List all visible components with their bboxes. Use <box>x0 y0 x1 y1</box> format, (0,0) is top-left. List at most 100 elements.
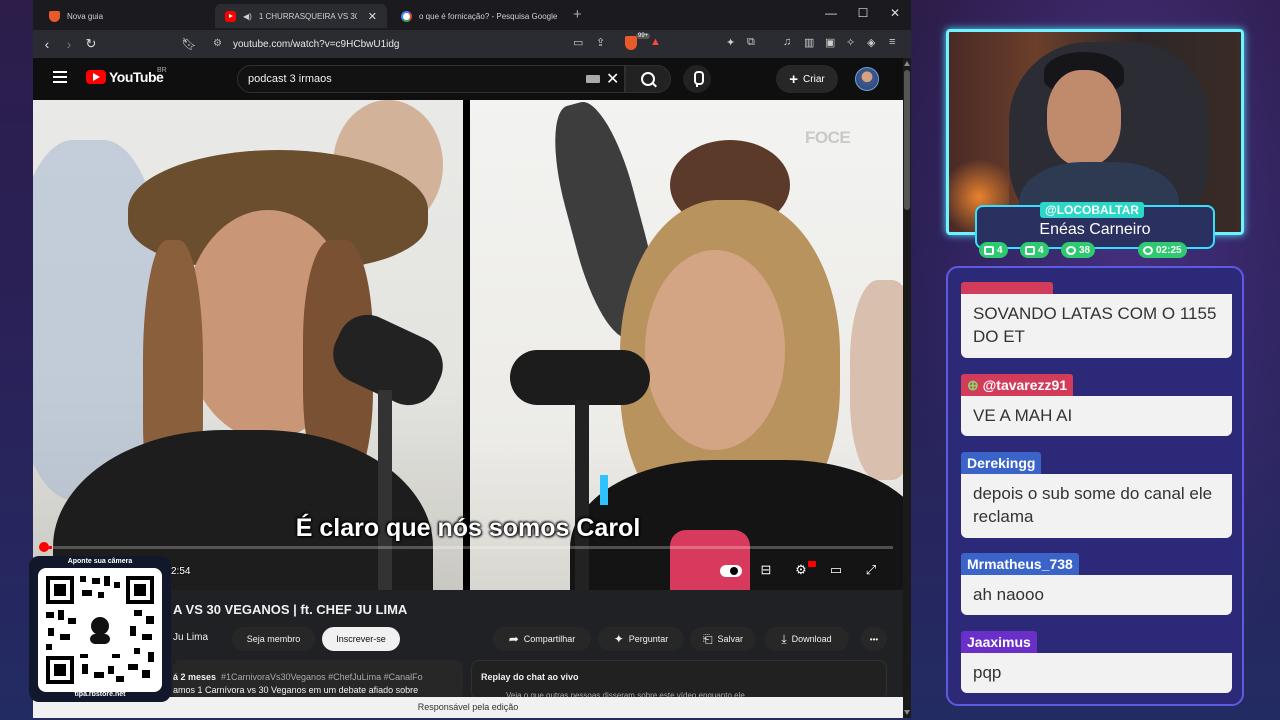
fullscreen-icon[interactable]: ⤢ <box>862 562 880 578</box>
streamer-name: Enéas Carneiro <box>1039 221 1151 238</box>
hamburger-menu-icon[interactable] <box>53 71 67 83</box>
subtitles-icon[interactable]: ⊟ <box>757 562 775 578</box>
video-subtitle: É claro que nós somos Carol <box>295 514 641 542</box>
chat-replay-title: Replay do chat ao vivo <box>481 672 579 682</box>
youtube-logo-text[interactable]: YouTube <box>109 69 164 85</box>
video-player[interactable]: FOCE É claro que nós somos Carol 2:54 ⊟ … <box>33 100 903 590</box>
plus-icon: + <box>789 70 799 88</box>
microphone-icon[interactable] <box>683 65 711 93</box>
rewards-icon[interactable]: ▲ <box>650 36 661 48</box>
youtube-header: YouTube BR podcast 3 irmaos ✕ + Criar <box>33 58 903 100</box>
hashtags[interactable]: #1CarnivoraVs30Veganos #ChefJuLima #Cana… <box>221 672 423 682</box>
close-tab-icon[interactable]: ✕ <box>368 10 377 23</box>
page-scrollbar[interactable] <box>903 58 911 718</box>
scroll-up-icon[interactable] <box>904 61 910 66</box>
tab-bar: Nova guia ◀) 1 CHURRASQUEIRA VS 30 VEGAN… <box>33 0 911 30</box>
account-avatar[interactable] <box>855 67 879 91</box>
address-bar[interactable]: ⚙ youtube.com/watch?v=c9HCbwU1idg <box>203 34 748 54</box>
more-icon: ••• <box>869 634 879 644</box>
chat-replay-panel[interactable]: Replay do chat ao vivo Veja o que outras… <box>471 660 887 700</box>
shield-count-badge: 99+ <box>636 33 651 39</box>
forward-icon[interactable]: › <box>60 35 78 53</box>
description-box[interactable]: á 2 meses #1CarnivoraVs30Veganos #ChefJu… <box>173 660 463 700</box>
back-icon[interactable]: ‹ <box>38 35 56 53</box>
reload-icon[interactable]: ↻ <box>82 35 100 53</box>
youtube-logo-icon[interactable] <box>86 70 106 84</box>
stat-chat: 4 <box>979 242 1008 258</box>
tab-youtube-video[interactable]: ◀) 1 CHURRASQUEIRA VS 30 VEGANOS ✕ <box>215 4 387 28</box>
search-icon[interactable] <box>625 65 671 93</box>
tab-google-search[interactable]: o que é fornicação? - Pesquisa Google <box>391 4 567 28</box>
search-value: podcast 3 irmaos <box>248 73 332 85</box>
chat-message: depois o sub some do canal ele reclama <box>961 474 1232 538</box>
stat-viewers: 38 <box>1061 242 1096 258</box>
chat-username: Derekingg <box>961 452 1042 474</box>
progress-scrubber[interactable] <box>39 542 49 552</box>
video-title: A VS 30 VEGANOS | ft. CHEF JU LIMA <box>173 602 408 617</box>
chat-message: pqp <box>961 653 1232 693</box>
clear-search-icon[interactable]: ✕ <box>606 69 619 89</box>
user-badge-icon: ⊕ <box>967 377 983 393</box>
stat-viewers-value: 38 <box>1079 244 1091 256</box>
minimize-icon[interactable]: — <box>821 6 841 20</box>
video-time: 2:54 <box>171 566 191 577</box>
keyboard-icon[interactable] <box>586 75 600 83</box>
vpn-icon[interactable]: ◈ <box>867 36 875 49</box>
sidebar-icon[interactable]: ▥ <box>804 36 814 49</box>
youtube-icon <box>225 10 236 22</box>
download-label: Download <box>791 634 832 644</box>
chat-username <box>961 282 1053 294</box>
chat-username: Jaaximus <box>961 631 1037 653</box>
new-tab-icon[interactable]: + <box>573 6 582 23</box>
chat-message: SOVANDO LATAS COM O 1155 DO ET <box>961 294 1232 358</box>
share-button[interactable]: ➦ Compartilhar <box>493 627 591 651</box>
autoplay-toggle-icon[interactable] <box>720 565 742 577</box>
leo-ai-icon[interactable]: ✧ <box>846 36 855 49</box>
more-actions-button[interactable]: ••• <box>861 627 887 651</box>
clock-icon <box>1143 245 1153 255</box>
scrollbar-thumb[interactable] <box>904 70 910 210</box>
chat-username-text: @tavarezz91 <box>982 377 1068 393</box>
bookmark-save-icon: ⎗ <box>702 631 713 646</box>
close-window-icon[interactable]: ✕ <box>885 6 905 20</box>
site-settings-icon[interactable]: ⚙ <box>213 38 222 49</box>
save-button[interactable]: ⎗ Salvar <box>690 627 756 651</box>
stat-chat-value: 4 <box>997 244 1003 256</box>
search-input[interactable]: podcast 3 irmaos ✕ <box>237 65 625 93</box>
subscribe-button[interactable]: Inscrever-se <box>322 627 400 651</box>
viewers-icon <box>1066 245 1076 255</box>
extensions-icon[interactable]: ✦ <box>726 36 735 49</box>
screenshot-icon[interactable]: ⧉ <box>747 36 755 49</box>
progress-bar[interactable] <box>43 546 893 549</box>
media-icon[interactable]: ♫ <box>783 36 791 48</box>
maximize-icon[interactable]: ☐ <box>853 6 873 20</box>
menu-icon[interactable]: ≡ <box>889 36 895 48</box>
chat-username: Mrmatheus_738 <box>961 553 1079 575</box>
ask-button[interactable]: ✦ Perguntar <box>598 627 684 651</box>
stat-time-value: 02:25 <box>1156 244 1182 256</box>
theater-mode-icon[interactable]: ▭ <box>827 562 845 578</box>
brave-shield-icon[interactable] <box>625 36 637 50</box>
qr-caption-top: Aponte sua câmera <box>67 558 133 565</box>
download-button[interactable]: ⤓ Download <box>764 627 849 651</box>
cast-icon[interactable]: ▭ <box>573 36 583 49</box>
tab-new-tab[interactable]: Nova guia <box>39 4 213 28</box>
join-button[interactable]: Seja membro <box>232 627 315 651</box>
bookmark-icon[interactable]: 🔖︎ <box>180 35 198 53</box>
sparkle-icon: ✦ <box>613 632 624 646</box>
wallet-icon[interactable]: ▣ <box>825 36 835 49</box>
streamer-handle: @LOCOBALTAR <box>1040 202 1144 218</box>
tab-label: Nova guia <box>67 11 104 21</box>
channel-name[interactable]: Ju Lima <box>173 632 208 643</box>
chat-bubble-icon <box>984 245 994 255</box>
description-text: amos 1 Carnívora vs 30 Veganos em um deb… <box>173 685 419 695</box>
tab-label: o que é fornicação? - Pesquisa Google <box>419 11 558 21</box>
stat-video: 4 <box>1020 242 1049 258</box>
video-icon <box>1025 245 1035 255</box>
speaker-icon[interactable]: ◀) <box>243 12 252 21</box>
share-icon[interactable]: ⇪ <box>596 36 605 49</box>
qr-code-image <box>46 576 154 684</box>
scroll-down-icon[interactable] <box>904 710 910 715</box>
chat-message: VE A MAH AI <box>961 396 1232 436</box>
create-button[interactable]: + Criar <box>776 65 838 93</box>
